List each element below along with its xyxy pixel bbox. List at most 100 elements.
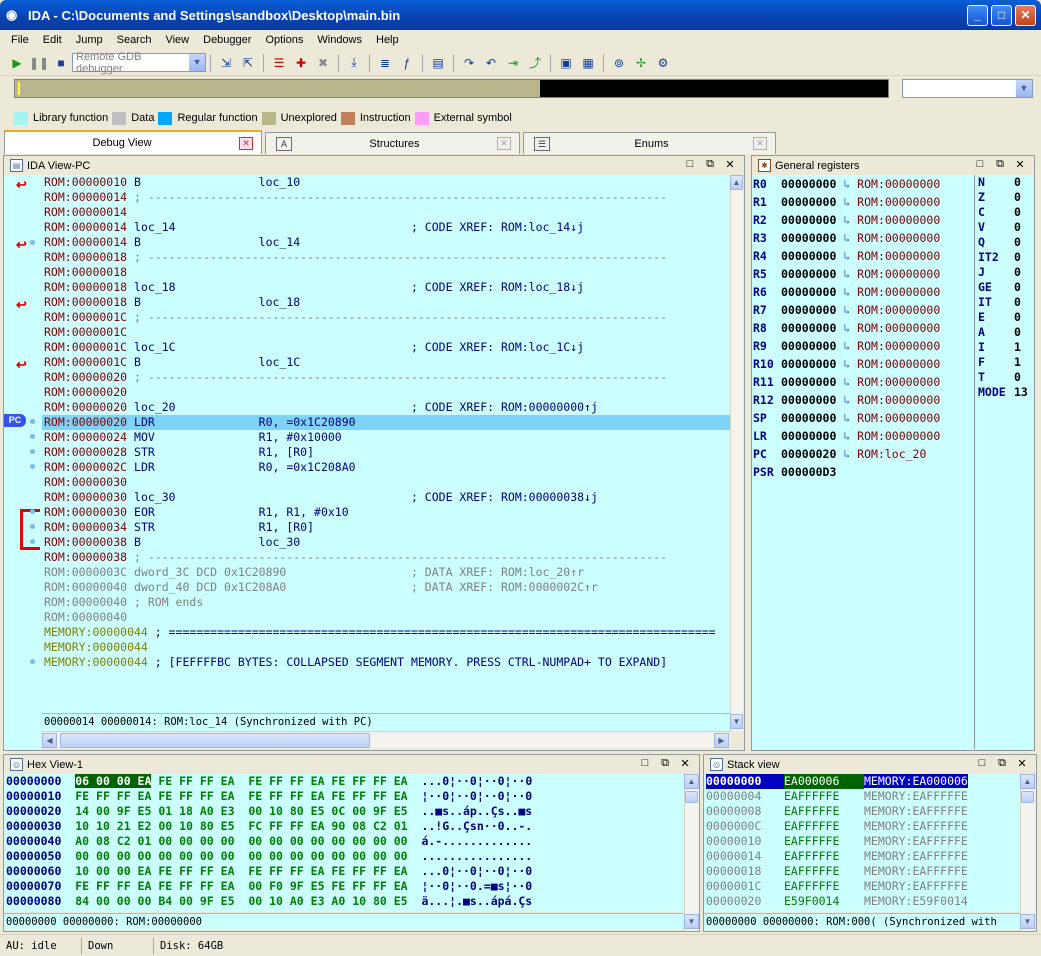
register-target[interactable]: ROM:loc_20 — [857, 447, 926, 461]
flag-value[interactable]: 0 — [1014, 235, 1021, 249]
disassembly-line[interactable]: ROM:0000003C dword_3C DCD 0x1C20890 ; DA… — [42, 565, 730, 580]
close-panel-icon[interactable]: ✕ — [722, 158, 738, 171]
restore-panel-icon[interactable]: ⧉ — [657, 757, 673, 770]
stack-view-vertical-scrollbar[interactable]: ▲ ▼ — [1020, 774, 1035, 931]
flag-value[interactable]: 0 — [1014, 280, 1021, 294]
stack-row[interactable]: 00000000 EA000006 MEMORY:EA000006 — [704, 774, 1020, 789]
stack-row[interactable]: 00000010 EAFFFFFE MEMORY:EAFFFFFE — [704, 834, 1020, 849]
flag-value[interactable]: 13 — [1014, 385, 1028, 399]
stop-process-icon[interactable]: ■ — [52, 54, 70, 72]
flag-row[interactable]: IT2 0 — [976, 250, 1033, 265]
disassembly-line[interactable]: ROM:00000040 — [42, 610, 730, 625]
add-breakpoint-icon[interactable]: ✚ — [292, 54, 310, 72]
pause-process-icon[interactable]: ❚❚ — [29, 54, 49, 72]
register-target[interactable]: ROM:00000000 — [857, 231, 940, 245]
register-row[interactable]: R9 00000000 ↳ ROM:00000000 — [752, 337, 974, 355]
menu-jump[interactable]: Jump — [69, 34, 110, 46]
stack-value[interactable]: EAFFFFFE — [784, 804, 864, 819]
hex-bytes[interactable]: 10 10 21 E2 00 10 80 E5 FC FF FF EA 90 0… — [75, 819, 407, 833]
restore-panel-icon[interactable]: ⧉ — [994, 757, 1010, 770]
flag-row[interactable]: T0 — [976, 370, 1033, 385]
step-over-icon[interactable]: ↷ — [460, 54, 478, 72]
stack-row[interactable]: 00000020 E59F0014 MEMORY:E59F0014 — [704, 894, 1020, 909]
stack-value[interactable]: EAFFFFFE — [784, 789, 864, 804]
hex-selected-bytes[interactable]: 06 00 00 EA — [75, 774, 152, 788]
flag-row[interactable]: GE 0 — [976, 280, 1033, 295]
register-value[interactable]: 00000000 — [781, 195, 836, 209]
disassembly-line[interactable]: ROM:00000018 loc_18 ; CODE XREF: ROM:loc… — [42, 280, 730, 295]
register-value[interactable]: 000000D3 — [781, 465, 836, 479]
flag-value[interactable]: 0 — [1014, 370, 1021, 384]
minimize-panel-icon[interactable]: □ — [974, 757, 990, 770]
register-row[interactable]: R2 00000000 ↳ ROM:00000000 — [752, 211, 974, 229]
disassembly-line[interactable]: ROM:00000038 B loc_30 — [42, 535, 730, 550]
disassembly-line[interactable]: ROM:00000028 STR R1, [R0] — [42, 445, 730, 460]
stack-value[interactable]: EAFFFFFE — [784, 834, 864, 849]
register-value[interactable]: 00000000 — [781, 393, 836, 407]
stack-list[interactable]: 00000000 EA000006 MEMORY:EA000006 00000004 E… — [704, 774, 1020, 912]
register-row[interactable]: R12 00000000 ↳ ROM:00000000 — [752, 391, 974, 409]
flag-row[interactable]: A0 — [976, 325, 1033, 340]
stack-value[interactable]: EAFFFFFE — [784, 849, 864, 864]
disassembly-line[interactable]: ROM:0000001C B loc_1C — [42, 355, 730, 370]
navigation-band[interactable] — [14, 79, 889, 98]
disassembly-line[interactable]: ROM:00000018 ; -------------------------… — [42, 250, 730, 265]
stack-target[interactable]: MEMORY:EAFFFFFE — [864, 834, 968, 848]
trace-function-icon[interactable]: ƒ — [398, 54, 416, 72]
stack-target[interactable]: MEMORY:E59F0014 — [864, 894, 968, 908]
disassembly-line[interactable]: ROM:00000018 B loc_18 — [42, 295, 730, 310]
stack-value[interactable]: EA000006 — [784, 774, 864, 789]
disassembly-line[interactable]: ROM:00000030 loc_30 ; CODE XREF: ROM:000… — [42, 490, 730, 505]
disassembly-line[interactable]: ROM:0000001C loc_1C ; CODE XREF: ROM:loc… — [42, 340, 730, 355]
flag-row[interactable]: Q0 — [976, 235, 1033, 250]
scroll-thumb[interactable] — [60, 733, 370, 748]
disassembly-line[interactable]: ROM:00000010 B loc_10 — [42, 175, 730, 190]
register-row[interactable]: R10 00000000 ↳ ROM:00000000 — [752, 355, 974, 373]
disassembly-listing[interactable]: ROM:00000010 B loc_10 ROM:00000014 ; ----… — [42, 175, 730, 713]
stack-row[interactable]: 00000018 EAFFFFFE MEMORY:EAFFFFFE — [704, 864, 1020, 879]
flags-list[interactable]: N 0 Z 0 C 0 V 0 Q 0 IT2 0 J 0 GE 0 IT 0 E 0 A 0 I 1 F 1 T 0 MODE 13 — [976, 175, 1033, 749]
flag-row[interactable]: Z0 — [976, 190, 1033, 205]
register-value[interactable]: 00000000 — [781, 303, 836, 317]
disassembly-line[interactable]: ROM:0000001C — [42, 325, 730, 340]
stack-target[interactable]: MEMORY:EAFFFFFE — [864, 864, 968, 878]
add-watch-icon[interactable]: ✢ — [632, 54, 650, 72]
register-target[interactable]: ROM:00000000 — [857, 393, 940, 407]
stack-target[interactable]: MEMORY:EAFFFFFE — [864, 819, 968, 833]
minimize-button[interactable]: _ — [967, 5, 988, 26]
flag-value[interactable]: 0 — [1014, 250, 1021, 264]
flag-row[interactable]: N0 — [976, 175, 1033, 190]
run-until-return-icon[interactable]: ⤴ — [526, 54, 544, 72]
register-row[interactable]: R1 00000000 ↳ ROM:00000000 — [752, 193, 974, 211]
close-icon[interactable]: ✕ — [497, 137, 511, 150]
register-row[interactable]: R4 00000000 ↳ ROM:00000000 — [752, 247, 974, 265]
step-out-icon[interactable]: ↶ — [482, 54, 500, 72]
ida-view-horizontal-scrollbar[interactable]: ◀ ▶ — [42, 731, 730, 748]
register-target[interactable]: ROM:00000000 — [857, 375, 940, 389]
run-to-cursor-icon[interactable]: ⇥ — [504, 54, 522, 72]
stack-row[interactable]: 00000008 EAFFFFFE MEMORY:EAFFFFFE — [704, 804, 1020, 819]
stack-value[interactable]: EAFFFFFE — [784, 819, 864, 834]
hex-row[interactable]: 00000050 00 00 00 00 00 00 00 00 00 00 0… — [4, 849, 699, 864]
flag-value[interactable]: 0 — [1014, 175, 1021, 189]
register-value[interactable]: 00000000 — [781, 357, 836, 371]
flag-value[interactable]: 0 — [1014, 310, 1021, 324]
register-target[interactable]: ROM:00000000 — [857, 321, 940, 335]
menu-search[interactable]: Search — [110, 34, 159, 46]
disassembly-line[interactable]: ROM:00000014 — [42, 205, 730, 220]
ida-view-vertical-scrollbar[interactable]: ▲ ▼ — [730, 175, 743, 731]
disassembly-line[interactable]: ROM:00000014 ; -------------------------… — [42, 190, 730, 205]
register-value[interactable]: 00000000 — [781, 375, 836, 389]
flag-row[interactable]: I1 — [976, 340, 1033, 355]
hex-bytes[interactable]: FE FF FF EA FE FF FF EA FE FF FF EA FE F… — [75, 789, 407, 803]
disassembly-line[interactable]: ROM:00000024 MOV R1, #0x10000 — [42, 430, 730, 445]
hex-row[interactable]: 00000070 FE FF FF EA FE FF FF EA 00 F0 9… — [4, 879, 699, 894]
hex-row[interactable]: 00000040 A0 08 C2 01 00 00 00 00 00 00 0… — [4, 834, 699, 849]
menu-file[interactable]: File — [4, 34, 36, 46]
register-value[interactable]: 00000000 — [781, 321, 836, 335]
register-value[interactable]: 00000000 — [781, 249, 836, 263]
stack-row[interactable]: 00000014 EAFFFFFE MEMORY:EAFFFFFE — [704, 849, 1020, 864]
hex-bytes[interactable]: 00 00 00 00 00 00 00 00 00 00 00 00 00 0… — [75, 849, 407, 863]
register-row[interactable]: R11 00000000 ↳ ROM:00000000 — [752, 373, 974, 391]
stack-target[interactable]: MEMORY:EAFFFFFE — [864, 804, 968, 818]
